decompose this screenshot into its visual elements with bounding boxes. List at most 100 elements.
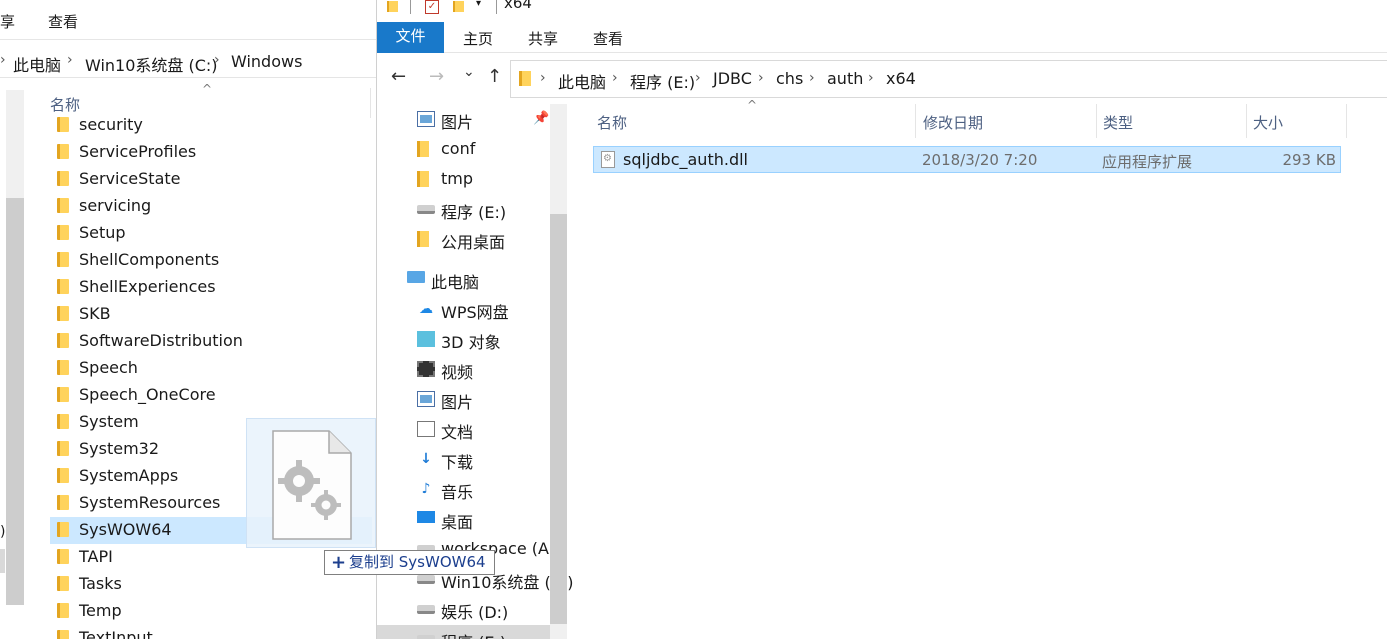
new-folder-icon[interactable] [453, 1, 464, 12]
navigation-bar: ← → ⌄ ↑ › 此电脑 › 程序 (E:) › JDBC › chs › a… [377, 60, 1387, 100]
column-divider[interactable] [915, 104, 916, 138]
nav-item[interactable]: tmp [377, 165, 550, 195]
nav-item[interactable]: 图片 📌 [377, 105, 550, 135]
tab-file[interactable]: 文件 [377, 22, 444, 53]
nav-scrollbar[interactable] [550, 104, 567, 639]
folder-row[interactable]: Speech_OneCore [50, 382, 372, 409]
document-icon [417, 421, 435, 437]
toolbar-divider [410, 0, 411, 14]
drag-preview [246, 418, 376, 548]
folder-name: System32 [79, 439, 160, 458]
tab-view[interactable]: 查看 [593, 28, 623, 49]
folder-name: SystemResources [79, 493, 221, 512]
folder-name: ServiceProfiles [79, 142, 197, 161]
folder-icon [57, 144, 69, 159]
breadcrumb-jdbc[interactable]: JDBC [713, 69, 752, 88]
folder-row[interactable]: Setup [50, 220, 372, 247]
nav-item[interactable]: 桌面 [377, 505, 550, 535]
breadcrumb-e-drive[interactable]: 程序 (E:) [630, 69, 695, 93]
customize-dropdown-icon[interactable]: ▾ [476, 0, 481, 9]
quick-access-toolbar: ✓ ▾ x64 [377, 0, 1387, 22]
breadcrumb-separator-icon: › [0, 52, 6, 68]
folder-row[interactable]: ShellExperiences [50, 274, 372, 301]
breadcrumb-windows[interactable]: Windows [231, 52, 302, 71]
column-header-name[interactable]: 名称 [597, 112, 627, 133]
nav-item-label: 娱乐 (D:) [441, 603, 509, 622]
folder-icon [57, 252, 69, 267]
folder-icon [57, 198, 69, 213]
nav-item[interactable]: 此电脑 [377, 265, 550, 295]
scroll-thumb[interactable] [6, 198, 24, 605]
address-bar[interactable]: › 此电脑 › 程序 (E:) › JDBC › chs › auth › x6… [510, 60, 1387, 98]
file-row[interactable]: sqljdbc_auth.dll 2018/3/20 7:20 应用程序扩展 2… [593, 146, 1341, 173]
breadcrumb-this-pc[interactable]: 此电脑 [13, 52, 61, 76]
tab-share[interactable]: 享 [0, 11, 15, 32]
column-header-size[interactable]: 大小 [1253, 112, 1283, 133]
nav-item-label: 公用桌面 [441, 233, 506, 252]
folder-row[interactable]: ServiceState [50, 166, 372, 193]
nav-item-label: conf [441, 139, 476, 158]
breadcrumb-auth[interactable]: auth [827, 69, 863, 88]
column-divider[interactable] [1096, 104, 1097, 138]
nav-item[interactable]: 程序 (E:) [377, 195, 550, 225]
breadcrumb-separator-icon: › [612, 70, 618, 86]
properties-icon[interactable]: ✓ [425, 0, 439, 14]
tab-home[interactable]: 主页 [463, 28, 493, 49]
breadcrumb-c-drive[interactable]: Win10系统盘 (C:) [85, 52, 218, 76]
column-header-modified[interactable]: 修改日期 [923, 112, 983, 133]
folder-row[interactable]: ShellComponents [50, 247, 372, 274]
up-icon[interactable]: ↑ [487, 66, 502, 87]
explorer-window-x64: ✓ ▾ x64 文件 主页 共享 查看 ← → ⌄ ↑ › 此电脑 › 程序 (… [376, 0, 1387, 639]
column-divider[interactable] [1246, 104, 1247, 138]
forward-icon[interactable]: → [429, 66, 444, 87]
folder-name: Tasks [79, 574, 122, 593]
nav-item[interactable]: 娱乐 (D:) [377, 595, 550, 625]
nav-item[interactable]: ↓ 下载 [377, 445, 550, 475]
folder-row[interactable]: ServiceProfiles [50, 139, 372, 166]
ribbon-tabs: 文件 主页 共享 查看 [377, 22, 1387, 53]
folder-icon [57, 279, 69, 294]
folder-row[interactable]: SoftwareDistribution [50, 328, 372, 355]
video-icon [417, 361, 435, 377]
address-bar[interactable]: › 此电脑 › Win10系统盘 (C:) › Windows [0, 44, 376, 78]
tab-view[interactable]: 查看 [48, 11, 78, 32]
breadcrumb-separator-icon: › [67, 52, 73, 68]
nav-item[interactable]: ☁ WPS网盘 [377, 295, 550, 325]
tab-share[interactable]: 共享 [528, 28, 558, 49]
breadcrumb-x64[interactable]: x64 [886, 69, 916, 88]
nav-item[interactable]: 3D 对象 [377, 325, 550, 355]
folder-row[interactable]: Tasks [50, 571, 372, 598]
folder-row[interactable]: Temp [50, 598, 372, 625]
download-icon: ↓ [420, 451, 432, 467]
folder-row[interactable]: SKB [50, 301, 372, 328]
left-scrollbar[interactable] [6, 90, 24, 605]
nav-item-label: 桌面 [441, 513, 474, 532]
breadcrumb-chs[interactable]: chs [776, 69, 803, 88]
folder-name: ServiceState [79, 169, 181, 188]
column-header-type[interactable]: 类型 [1103, 112, 1133, 133]
column-divider[interactable] [1346, 104, 1347, 138]
nav-item[interactable]: 图片 [377, 385, 550, 415]
folder-row[interactable]: security [50, 112, 372, 139]
nav-item[interactable]: 公用桌面 [377, 225, 550, 255]
folder-row[interactable]: Speech [50, 355, 372, 382]
back-icon[interactable]: ← [391, 66, 406, 87]
nav-item[interactable]: conf [377, 135, 550, 165]
scroll-thumb[interactable] [550, 214, 567, 624]
folder-icon [417, 141, 429, 157]
nav-item[interactable]: 视频 [377, 355, 550, 385]
pin-icon[interactable]: 📌 [533, 111, 549, 126]
nav-item-label: 文档 [441, 423, 474, 442]
folder-icon [417, 171, 429, 187]
drive-icon [417, 635, 435, 639]
nav-item[interactable]: 程序 (E:) [377, 625, 550, 639]
recent-locations-icon[interactable]: ⌄ [463, 64, 475, 80]
computer-icon [407, 271, 425, 283]
nav-item[interactable]: ♪ 音乐 [377, 475, 550, 505]
nav-item[interactable]: 文档 [377, 415, 550, 445]
breadcrumb-this-pc[interactable]: 此电脑 [558, 69, 606, 93]
folder-row[interactable]: servicing [50, 193, 372, 220]
breadcrumb-separator-icon: › [868, 70, 874, 86]
folder-row[interactable]: TextInput [50, 625, 372, 639]
folder-name: servicing [79, 196, 152, 215]
